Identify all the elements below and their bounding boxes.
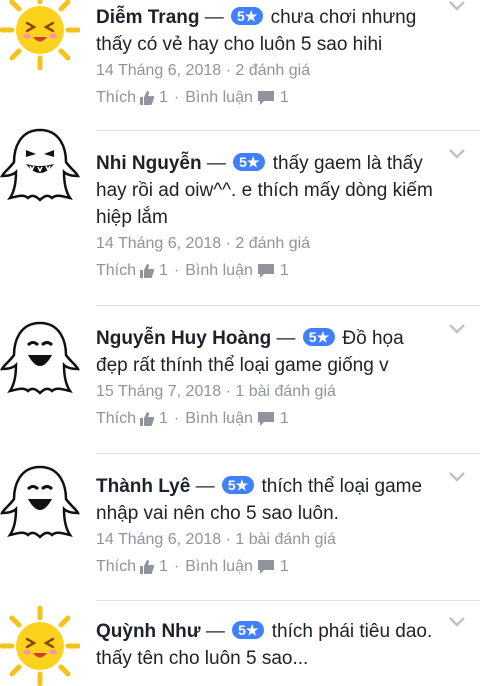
rating-badge: 5★ [233, 153, 266, 171]
reviewer-name[interactable]: Diễm Trang [96, 7, 199, 28]
comment-count: 1 [279, 89, 289, 106]
review-meta: 14 Tháng 6, 2018 · 1 bài đánh giá [96, 531, 336, 548]
dot-separator: · [173, 262, 180, 279]
review-actions: Thích 1 · Bình luận 1 [96, 554, 436, 580]
rating-badge: 5★ [232, 621, 265, 639]
reviewer-name[interactable]: Nguyễn Huy Hoàng [96, 328, 271, 349]
avatar-sun-icon[interactable] [0, 606, 80, 686]
separator-dash: — [206, 153, 226, 174]
comment-count: 1 [279, 410, 289, 427]
separator-dash: — [195, 476, 215, 497]
like-label: Thích [96, 262, 137, 279]
comment-icon [257, 412, 274, 426]
avatar-ghost-icon[interactable] [0, 122, 80, 202]
comment-count: 1 [279, 558, 289, 575]
comment-label: Bình luận [185, 262, 253, 279]
reviewer-name[interactable]: Quỳnh Như [96, 621, 201, 642]
separator-dash: — [204, 7, 224, 28]
separator-dash: — [205, 621, 225, 642]
avatar-ghost-icon[interactable] [0, 459, 80, 539]
thumbs-up-icon [140, 91, 155, 105]
review-actions: Thích 1 · Bình luận 1 [96, 258, 436, 284]
rating-badge: 5★ [231, 7, 264, 25]
reviewer-name[interactable]: Thành Lyê [96, 476, 190, 497]
dot-separator: · [173, 558, 180, 575]
comment-label: Bình luận [185, 89, 253, 106]
like-button[interactable]: Thích 1 [96, 554, 168, 580]
thumbs-up-icon [140, 560, 155, 574]
separator-dash: — [276, 328, 296, 349]
like-label: Thích [96, 89, 137, 106]
review-actions: Thích 1 · Bình luận 1 [96, 406, 436, 432]
comment-button[interactable]: Bình luận 1 [185, 554, 289, 580]
like-count: 1 [159, 410, 168, 427]
comment-label: Bình luận [185, 558, 253, 575]
review-meta: 15 Tháng 7, 2018 · 1 bài đánh giá [96, 383, 336, 400]
comment-button[interactable]: Bình luận 1 [185, 85, 289, 111]
rating-badge: 5★ [221, 476, 255, 494]
chevron-down-icon[interactable] [448, 0, 466, 12]
dot-separator: · [173, 410, 180, 427]
review-meta: 14 Tháng 6, 2018 · 2 đánh giá [96, 62, 311, 79]
review-actions: Thích 1 · Bình luận 1 [96, 85, 436, 111]
comment-button[interactable]: Bình luận 1 [185, 258, 289, 284]
like-label: Thích [96, 410, 137, 427]
dot-separator: · [173, 89, 180, 106]
avatar-sun-icon[interactable] [0, 0, 80, 70]
chevron-down-icon[interactable] [448, 148, 466, 160]
chevron-down-icon[interactable] [448, 323, 466, 335]
thumbs-up-icon [140, 264, 155, 278]
rating-badge: 5★ [302, 328, 336, 346]
like-button[interactable]: Thích 1 [96, 258, 168, 284]
comment-label: Bình luận [185, 410, 253, 427]
divider [96, 305, 480, 306]
like-label: Thích [96, 558, 137, 575]
review-meta: 14 Tháng 6, 2018 · 2 đánh giá [96, 235, 311, 252]
thumbs-up-icon [140, 412, 155, 426]
divider [96, 453, 480, 454]
comment-count: 1 [279, 262, 289, 279]
divider [96, 130, 480, 131]
divider [96, 600, 480, 601]
like-count: 1 [159, 89, 168, 106]
like-count: 1 [159, 558, 168, 575]
reviewer-name[interactable]: Nhi Nguyễn [96, 153, 202, 174]
comment-button[interactable]: Bình luận 1 [185, 406, 289, 432]
chevron-down-icon[interactable] [448, 471, 466, 483]
comment-icon [257, 560, 274, 574]
like-button[interactable]: Thích 1 [96, 85, 168, 111]
avatar-ghost-icon[interactable] [0, 315, 80, 395]
comment-icon [257, 91, 274, 105]
chevron-down-icon[interactable] [448, 616, 466, 628]
like-button[interactable]: Thích 1 [96, 406, 168, 432]
comment-icon [257, 264, 274, 278]
like-count: 1 [159, 262, 168, 279]
